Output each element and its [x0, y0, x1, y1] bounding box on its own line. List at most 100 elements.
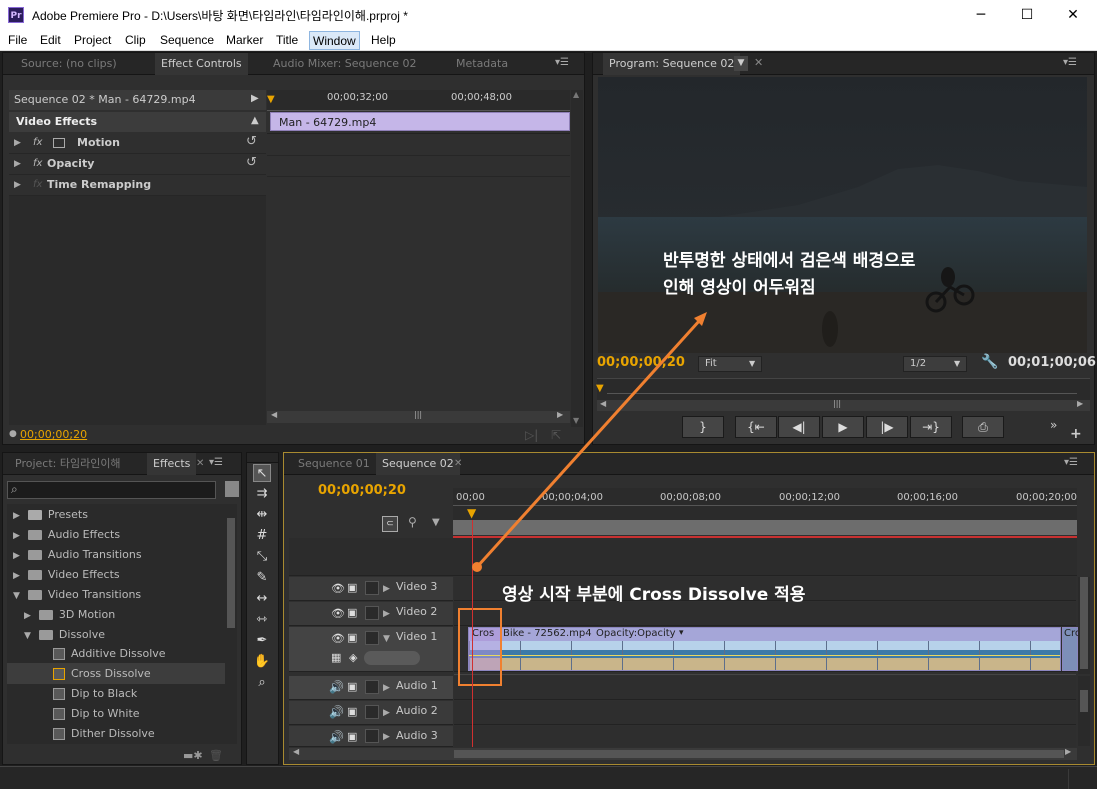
timeline-video-scrollbar[interactable]	[1078, 577, 1090, 674]
new-bin-icon[interactable]	[225, 481, 239, 497]
wrench-icon[interactable]: 🔧	[981, 354, 998, 370]
panel-menu-icon[interactable]: ▾☰	[1064, 457, 1078, 468]
zoom-tool-icon[interactable]: ⌕	[253, 674, 271, 692]
close-tab-icon[interactable]: ✕	[196, 458, 204, 469]
display-style-icon[interactable]: ▦	[331, 651, 341, 664]
menu-help[interactable]: Help	[371, 33, 396, 47]
timeline-audio-scrollbar[interactable]	[1078, 676, 1090, 746]
tab-sequence-02[interactable]: Sequence 02	[376, 453, 460, 475]
tree-item-3d-motion[interactable]: ▶ 3D Motion	[7, 604, 225, 625]
close-tab-icon[interactable]: ✕	[454, 458, 462, 469]
speaker-icon[interactable]: 🔊	[329, 680, 344, 694]
rate-stretch-tool-icon[interactable]: ⤡	[253, 548, 271, 566]
lock-audio-icon[interactable]: ▣	[347, 680, 357, 693]
opacity-line[interactable]	[469, 655, 1060, 656]
sync-lock-icon[interactable]	[365, 631, 379, 645]
sync-lock-icon[interactable]	[365, 729, 379, 743]
menu-window[interactable]: Window	[309, 31, 360, 50]
effect-row-opacity[interactable]: ▶ fx Opacity ↺	[9, 154, 266, 175]
selection-tool-icon[interactable]: ↖	[253, 464, 271, 482]
tree-item-dissolve[interactable]: ▼ Dissolve	[7, 624, 225, 645]
delete-icon[interactable]: 🗑	[209, 749, 223, 762]
expand-arrow-icon[interactable]: ▶	[251, 93, 259, 104]
eye-icon[interactable]: 👁	[331, 582, 345, 595]
program-time-ruler[interactable]: ▼	[596, 378, 1090, 400]
track-lane-video-2[interactable]	[454, 602, 1076, 626]
go-to-out-button[interactable]: ⇥}	[910, 416, 952, 438]
effects-search-input[interactable]: ⌕	[7, 481, 216, 499]
reset-icon[interactable]: ↺	[246, 134, 257, 149]
panel-menu-icon[interactable]: ▾☰	[1063, 57, 1077, 68]
tab-project[interactable]: Project: 타임라인이해	[9, 453, 127, 475]
tree-item-dither-dissolve[interactable]: Dither Dissolve	[7, 723, 225, 744]
maximize-button[interactable]: ☐	[1004, 4, 1050, 26]
menu-file[interactable]: File	[8, 33, 27, 47]
lock-film-icon[interactable]: ▣	[347, 606, 357, 619]
menu-title[interactable]: Title	[276, 33, 298, 47]
tree-item-audio-effects[interactable]: ▶ Audio Effects	[7, 524, 225, 545]
program-zoom-bar[interactable]: ◀ ||| ▶	[597, 399, 1090, 411]
close-tab-icon[interactable]: ✕	[754, 56, 763, 69]
effect-row-time-remapping[interactable]: ▶ fx Time Remapping	[9, 175, 266, 196]
new-folder-icon[interactable]: ▬✱	[183, 749, 203, 762]
effect-row-motion[interactable]: ▶ fx Motion ↺	[9, 133, 266, 154]
track-lane-audio-2[interactable]	[454, 701, 1076, 725]
fx-icon[interactable]: fx	[33, 158, 42, 169]
tab-program[interactable]: Program: Sequence 02	[603, 53, 741, 75]
track-select-tool-icon[interactable]: ⇉	[253, 485, 271, 503]
video-clip[interactable]: Cros Bike - 72562.mp4 Opacity:Opacity ▾	[468, 627, 1061, 671]
tree-item-dip-to-black[interactable]: Dip to Black	[7, 683, 225, 704]
tab-effect-controls[interactable]: Effect Controls	[155, 53, 248, 75]
disclosure-triangle-icon[interactable]: ▶	[383, 584, 390, 594]
tree-item-dip-to-white[interactable]: Dip to White	[7, 703, 225, 724]
next-clip[interactable]: Cro	[1062, 627, 1081, 671]
tree-item-video-effects[interactable]: ▶ Video Effects	[7, 564, 225, 585]
fx-dropdown-icon[interactable]: ▾	[679, 628, 684, 638]
keyframe-nav[interactable]	[364, 651, 420, 665]
tab-sequence-01[interactable]: Sequence 01	[292, 453, 376, 475]
playhead-marker-icon[interactable]: ▼	[596, 383, 604, 394]
effects-scrollbar[interactable]	[225, 504, 237, 744]
razor-tool-icon[interactable]: ✎	[253, 569, 271, 587]
rolling-edit-tool-icon[interactable]: #	[253, 527, 271, 545]
effect-controls-timecode[interactable]: 00;00;00;20	[20, 428, 87, 441]
lock-audio-icon[interactable]: ▣	[347, 730, 357, 743]
tree-item-cross-dissolve[interactable]: Cross Dissolve	[7, 663, 225, 684]
eye-icon[interactable]: 👁	[331, 632, 345, 645]
menu-sequence[interactable]: Sequence	[160, 33, 214, 47]
tree-item-video-transitions[interactable]: ▼ Video Transitions	[7, 584, 225, 605]
reset-icon[interactable]: ↺	[246, 155, 257, 170]
panel-menu-icon[interactable]: ▾☰	[555, 57, 569, 68]
step-back-button[interactable]: ◀|	[778, 416, 820, 438]
program-timecode[interactable]: 00;00;00;20	[597, 355, 685, 370]
tab-audio-mixer[interactable]: Audio Mixer: Sequence 02	[267, 53, 423, 75]
disclosure-triangle-icon[interactable]: ▶	[383, 683, 390, 693]
horizontal-scrollbar[interactable]: ◀ ||| ▶	[267, 410, 570, 423]
program-dropdown-icon[interactable]: ▼	[734, 56, 748, 71]
sync-lock-icon[interactable]	[365, 606, 379, 620]
track-lane-audio-1[interactable]	[454, 676, 1076, 700]
playhead-marker-icon[interactable]: ▼	[467, 506, 476, 520]
fit-dropdown[interactable]: Fit ▼	[698, 356, 762, 372]
disclosure-triangle-icon[interactable]: ▶	[14, 138, 21, 148]
menu-project[interactable]: Project	[74, 33, 111, 47]
lock-audio-icon[interactable]: ▣	[347, 705, 357, 718]
export-icon[interactable]: ⇱	[551, 428, 561, 442]
go-to-in-button[interactable]: {⇤	[735, 416, 777, 438]
timeline-timecode[interactable]: 00;00;00;20	[318, 483, 406, 498]
step-forward-button[interactable]: |▶	[866, 416, 908, 438]
speaker-icon[interactable]: 🔊	[329, 705, 344, 719]
menu-clip[interactable]: Clip	[125, 33, 146, 47]
menu-marker[interactable]: Marker	[226, 33, 263, 47]
tree-item-audio-transitions[interactable]: ▶ Audio Transitions	[7, 544, 225, 565]
tab-effects[interactable]: Effects	[147, 453, 197, 475]
pen-tool-icon[interactable]: ✒	[253, 632, 271, 650]
encore-marker-icon[interactable]: ▼	[432, 517, 440, 528]
work-area-bar[interactable]	[453, 520, 1077, 535]
tree-item-presets[interactable]: ▶ Presets	[7, 504, 225, 525]
minimize-button[interactable]: ─	[958, 4, 1004, 26]
panel-menu-icon[interactable]: ▾☰	[209, 457, 223, 468]
tab-source[interactable]: Source: (no clips)	[15, 53, 123, 75]
clip-bar[interactable]: Man - 64729.mp4	[270, 112, 570, 131]
playhead-marker-icon[interactable]: ▼	[267, 94, 275, 105]
